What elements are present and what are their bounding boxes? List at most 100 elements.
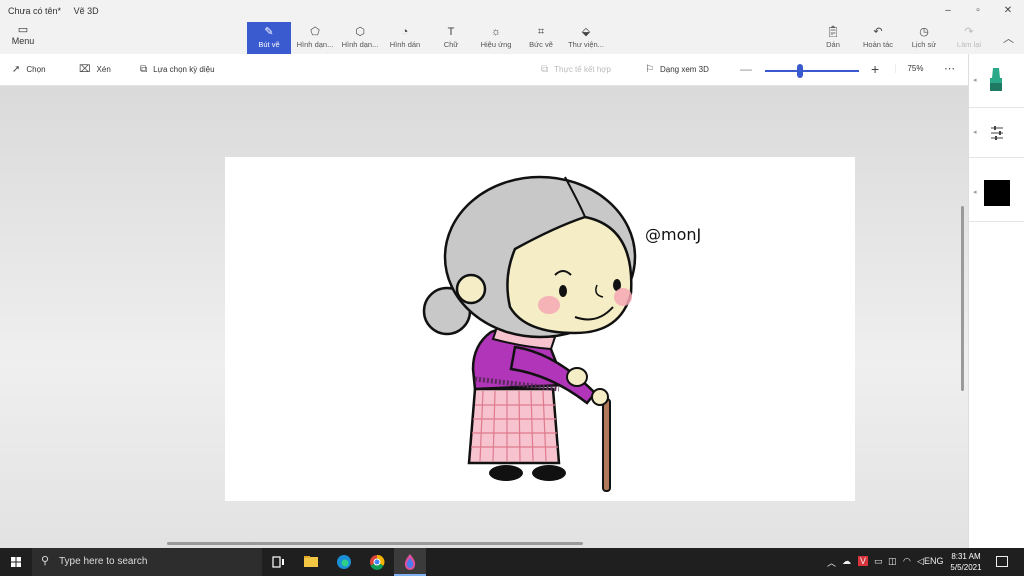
language-indicator[interactable]: ENG bbox=[924, 556, 944, 566]
flag-icon: ⚐ bbox=[645, 64, 654, 75]
tool-stickers[interactable]: ◔ Hình dán bbox=[383, 22, 427, 54]
redo-button[interactable]: ↷ Làm lại bbox=[948, 22, 990, 49]
menu-label: Menu bbox=[11, 36, 35, 46]
taskbar: ⚲ Type here to search ︿ ☁ V ▭ ◫ ◠ ◁ ENG … bbox=[0, 548, 1024, 576]
workspace: @monJ bbox=[0, 86, 968, 548]
paint-3d-button[interactable] bbox=[394, 548, 426, 576]
expand-caret-icon: ◂ bbox=[973, 189, 977, 196]
tool-2d-shapes[interactable]: ⬠ Hình dạn... bbox=[293, 22, 337, 54]
tray-overflow-icon[interactable]: ︿ bbox=[827, 556, 836, 569]
app-name: Vẽ 3D bbox=[73, 6, 99, 16]
file-explorer-button[interactable] bbox=[295, 548, 327, 576]
tool-label: Hình dạn... bbox=[296, 40, 334, 49]
notifications-icon[interactable] bbox=[996, 556, 1008, 567]
windows-logo-icon bbox=[11, 557, 21, 567]
wifi-icon[interactable]: ◠ bbox=[903, 556, 911, 567]
menu-icon: ▭ bbox=[17, 24, 29, 36]
tool-label: Hình dán bbox=[389, 40, 421, 49]
select-label: Chọn bbox=[26, 65, 46, 74]
zoom-in-button[interactable]: + bbox=[871, 61, 879, 77]
start-button[interactable] bbox=[0, 548, 32, 576]
menu-button[interactable]: ▭ Menu bbox=[10, 24, 36, 46]
tool-label: Bút vẽ bbox=[258, 40, 280, 49]
text-icon: T bbox=[447, 26, 455, 38]
redo-icon: ↷ bbox=[964, 26, 974, 38]
crop-button[interactable]: ⌧ Xén bbox=[79, 64, 111, 75]
redo-label: Làm lại bbox=[956, 40, 982, 49]
history-icon: ◷ bbox=[919, 26, 929, 38]
clock-date: 5/5/2021 bbox=[950, 563, 982, 572]
vertical-scrollbar[interactable] bbox=[961, 206, 964, 391]
tool-canvas[interactable]: ⌗ Bức vẽ bbox=[519, 22, 563, 54]
brush-icon: ✎ bbox=[264, 26, 274, 38]
edge-icon bbox=[337, 555, 351, 569]
history-label: Lịch sử bbox=[911, 40, 937, 49]
clock-time: 8:31 AM bbox=[951, 552, 981, 561]
volume-icon[interactable]: ◁ bbox=[917, 556, 924, 567]
color-picker[interactable]: ◂ bbox=[969, 158, 1024, 222]
sliders-icon bbox=[991, 126, 1003, 140]
minimize-button[interactable]: – bbox=[941, 4, 955, 18]
effects-icon: ☼ bbox=[490, 26, 502, 38]
horizontal-scrollbar[interactable] bbox=[167, 542, 583, 545]
select-button[interactable]: ➚ Chọn bbox=[12, 64, 46, 75]
folder-icon bbox=[304, 556, 318, 567]
mixed-reality-button[interactable]: ⧉ Thực tế kết hợp bbox=[541, 64, 611, 75]
magic-select-button[interactable]: ⧉ Lựa chọn kỳ diệu bbox=[140, 64, 215, 75]
tool-brushes[interactable]: ✎ Bút vẽ bbox=[247, 22, 291, 54]
collapse-ribbon-icon[interactable]: ︿ bbox=[1003, 30, 1014, 46]
tool-effects[interactable]: ☼ Hiệu ứng bbox=[474, 22, 518, 54]
tool-label: Hiệu ứng bbox=[480, 40, 512, 49]
expand-caret-icon: ◂ bbox=[973, 77, 977, 84]
chrome-icon bbox=[370, 554, 385, 570]
mixed-reality-icon: ⧉ bbox=[541, 64, 549, 75]
expand-caret-icon: ◂ bbox=[973, 129, 977, 136]
history-button[interactable]: ◷ Lịch sử bbox=[903, 22, 945, 49]
document-title: Chưa có tên* bbox=[8, 6, 62, 16]
magic-select-label: Lựa chọn kỳ diệu bbox=[153, 65, 215, 74]
tool-label: Chữ bbox=[443, 40, 459, 49]
paste-button[interactable]: 📋︎ Dán bbox=[812, 22, 854, 49]
task-view-icon bbox=[272, 556, 284, 568]
pointer-icon: ➚ bbox=[12, 64, 21, 75]
zoom-out-button[interactable]: — bbox=[740, 62, 752, 76]
paint-3d-icon bbox=[404, 554, 416, 570]
undo-label: Hoàn tác bbox=[862, 40, 894, 49]
brush-preview[interactable]: ◂ bbox=[969, 54, 1024, 108]
zoom-slider-track[interactable] bbox=[765, 70, 859, 72]
mixed-reality-label: Thực tế kết hợp bbox=[554, 65, 611, 74]
more-options-icon[interactable]: ⋯ bbox=[944, 62, 955, 75]
title-bar: Chưa có tên* Vẽ 3D bbox=[8, 6, 109, 16]
tool-text[interactable]: T Chữ bbox=[429, 22, 473, 54]
tool-label: Thư viện... bbox=[568, 40, 604, 49]
brush-settings[interactable]: ◂ bbox=[969, 108, 1024, 158]
taskbar-search-box[interactable]: ⚲ Type here to search bbox=[32, 548, 262, 576]
view-3d-button[interactable]: ⚐ Dạng xem 3D bbox=[645, 64, 709, 75]
undo-button[interactable]: ↶ Hoàn tác bbox=[857, 22, 899, 49]
taskbar-clock[interactable]: 8:31 AM 5/5/2021 bbox=[944, 551, 988, 573]
right-side-panel: ◂ ◂ ◂ bbox=[968, 54, 1024, 548]
close-button[interactable]: ✕ bbox=[1001, 4, 1015, 18]
2d-shapes-icon: ⬠ bbox=[310, 26, 320, 38]
antivirus-icon[interactable]: V bbox=[858, 556, 869, 566]
signature-text: @monJ bbox=[645, 225, 702, 244]
drawing-canvas[interactable]: @monJ bbox=[225, 157, 855, 501]
zoom-value: 75% bbox=[895, 64, 935, 73]
canvas-icon: ⌗ bbox=[537, 26, 545, 38]
tool-3d-shapes[interactable]: ⬡ Hình dạn... bbox=[338, 22, 382, 54]
tool-label: Hình dạn... bbox=[341, 40, 379, 49]
chrome-browser-button[interactable] bbox=[361, 548, 393, 576]
onedrive-icon[interactable]: ☁ bbox=[842, 556, 851, 567]
ribbon-bar: Chưa có tên* Vẽ 3D – ▫ ✕ ▭ Menu ✎ Bút vẽ… bbox=[0, 0, 1024, 54]
network-icon[interactable]: ◫ bbox=[888, 556, 897, 567]
selected-color-swatch[interactable] bbox=[984, 180, 1010, 206]
tool-3d-library[interactable]: ⬙ Thư viện... bbox=[564, 22, 608, 54]
grandma-drawing bbox=[422, 175, 637, 492]
edge-browser-button[interactable] bbox=[328, 548, 360, 576]
zoom-slider-thumb[interactable] bbox=[797, 64, 803, 78]
battery-icon[interactable]: ▭ bbox=[874, 556, 883, 567]
search-icon: ⚲ bbox=[41, 555, 50, 567]
maximize-button[interactable]: ▫ bbox=[971, 4, 985, 18]
stickers-icon: ◔ bbox=[401, 26, 409, 38]
task-view-button[interactable] bbox=[262, 548, 294, 576]
